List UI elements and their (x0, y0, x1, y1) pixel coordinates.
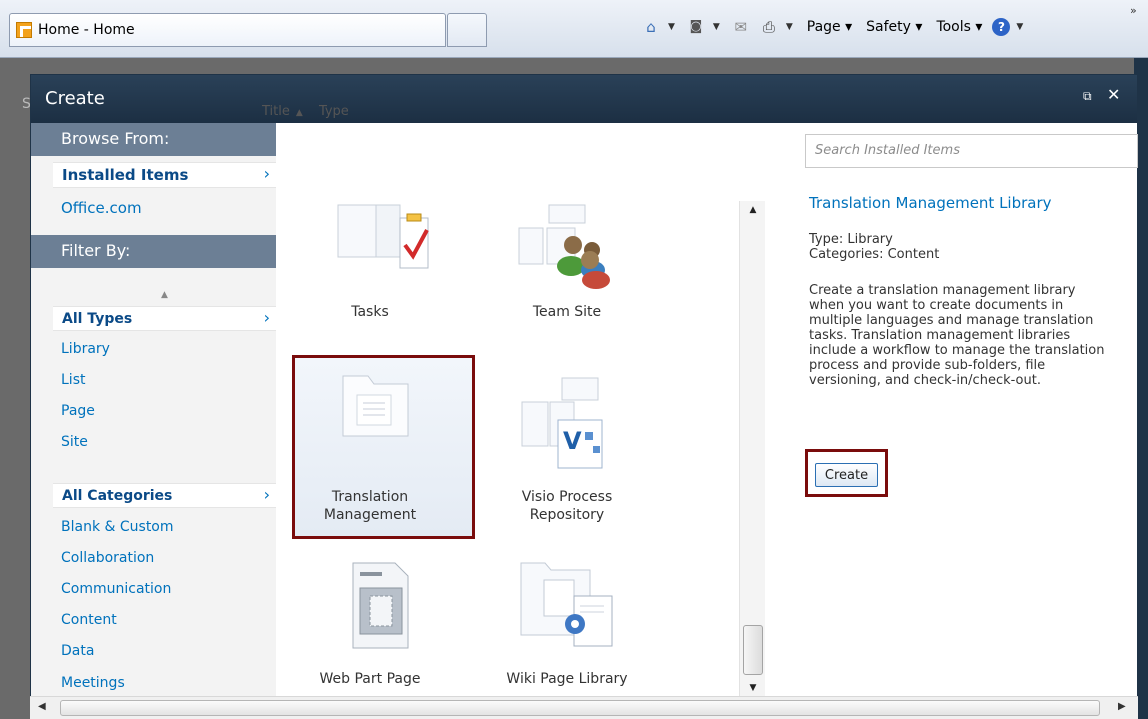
filter-meetings[interactable]: Meetings (61, 675, 125, 691)
tile-label-wiki-page-library[interactable]: Wiki Page Library (472, 670, 662, 688)
nav-item-installed-items[interactable]: Installed Items › (53, 162, 276, 188)
browser-tab-home[interactable]: Home - Home (9, 13, 446, 47)
help-dropdown-arrow-icon[interactable]: ▼ (1016, 22, 1023, 32)
print-icon[interactable]: ⎙ (758, 18, 780, 36)
filter-list[interactable]: List (61, 372, 85, 388)
tools-menu-label: Tools (936, 19, 971, 35)
filter-all-categories[interactable]: All Categories › (53, 483, 276, 508)
filter-label: All Types (62, 311, 133, 327)
home-dropdown-arrow-icon[interactable]: ▼ (668, 22, 675, 32)
sort-by-type[interactable]: Type (319, 104, 349, 119)
page-menu[interactable]: Page ▾ (803, 19, 856, 35)
tile-label-translation-management[interactable]: Translation Management (275, 488, 465, 524)
nav-item-label: Installed Items (62, 166, 189, 184)
command-bar: ⌂ ▼ ◙ ▼ ✉ ⎙ ▼ Page ▾ Safety ▾ Tools ▾ ? … (640, 15, 1027, 39)
filter-library[interactable]: Library (61, 341, 110, 357)
selected-item-description: Create a translation management library … (809, 283, 1105, 388)
browse-from-heading: Browse From: (31, 123, 276, 156)
horizontal-scrollbar[interactable]: ◀ ▶ (30, 696, 1138, 719)
filter-data[interactable]: Data (61, 643, 94, 659)
feeds-icon[interactable]: ◙ (685, 18, 707, 36)
nav-scroll-up-icon[interactable]: ▲ (53, 290, 276, 304)
sort-ascending-icon: ▲ (295, 108, 303, 118)
print-dropdown-arrow-icon[interactable]: ▼ (786, 22, 793, 32)
filter-by-heading: Filter By: (31, 235, 276, 268)
create-dialog: Create ⧉ ✕ Browse From: Installed Items … (30, 74, 1138, 719)
toolbar-overflow-icon[interactable]: » (1130, 4, 1137, 17)
read-mail-icon[interactable]: ✉ (730, 18, 752, 36)
left-navigation: Browse From: Installed Items › Office.co… (31, 123, 276, 719)
dialog-title-bar: Create ⧉ ✕ (31, 75, 1137, 123)
scroll-right-arrow-icon[interactable]: ▶ (1118, 701, 1126, 712)
create-button[interactable]: Create (815, 463, 878, 487)
safety-menu[interactable]: Safety ▾ (862, 19, 926, 35)
filter-content[interactable]: Content (61, 612, 117, 628)
home-icon[interactable]: ⌂ (640, 18, 662, 36)
horizontal-scrollbar-thumb[interactable] (60, 700, 1100, 716)
close-icon[interactable]: ✕ (1107, 85, 1120, 104)
chevron-right-icon: › (263, 485, 270, 504)
filter-site[interactable]: Site (61, 434, 88, 450)
sharepoint-favicon-icon (16, 22, 32, 38)
tile-label-team-site[interactable]: Team Site (472, 303, 662, 321)
item-type: Type: Library (809, 232, 893, 247)
sort-bar: Title ▲ Type (262, 104, 355, 119)
tile-label-tasks[interactable]: Tasks (275, 303, 465, 321)
scroll-down-arrow-icon[interactable]: ▼ (740, 679, 766, 697)
nav-item-office-com[interactable]: Office.com (61, 199, 142, 217)
selected-item-title: Translation Management Library (809, 194, 1052, 212)
scroll-up-arrow-icon[interactable]: ▲ (740, 201, 766, 219)
scroll-left-arrow-icon[interactable]: ◀ (38, 701, 46, 712)
filter-all-types[interactable]: All Types › (53, 306, 276, 331)
tools-menu[interactable]: Tools ▾ (932, 19, 986, 35)
restore-window-icon[interactable]: ⧉ (1083, 89, 1092, 104)
filter-collaboration[interactable]: Collaboration (61, 550, 154, 566)
feeds-dropdown-arrow-icon[interactable]: ▼ (713, 22, 720, 32)
selected-item-meta: Type: Library Categories: Content (809, 232, 939, 262)
item-categories: Categories: Content (809, 247, 940, 262)
chevron-right-icon: › (263, 308, 270, 327)
new-tab-button[interactable] (447, 13, 487, 47)
safety-menu-label: Safety (866, 19, 911, 35)
page-menu-label: Page (806, 19, 841, 35)
tile-label-web-part-page[interactable]: Web Part Page (275, 670, 465, 688)
tile-label-visio-process-repository[interactable]: Visio Process Repository (472, 488, 662, 524)
scrollbar-thumb[interactable] (743, 625, 763, 675)
dialog-title: Create (45, 88, 105, 109)
browser-tab-title: Home - Home (38, 22, 135, 38)
filter-communication[interactable]: Communication (61, 581, 171, 597)
create-button-highlight: Create (805, 449, 888, 497)
chevron-right-icon: › (263, 164, 270, 183)
gallery-vertical-scrollbar[interactable]: ▲ ▼ (739, 201, 765, 697)
browser-toolbar: Home - Home ⌂ ▼ ◙ ▼ ✉ ⎙ ▼ Page ▾ Safety … (0, 0, 1148, 58)
search-installed-items-input[interactable]: Search Installed Items (805, 134, 1138, 168)
filter-blank-custom[interactable]: Blank & Custom (61, 519, 174, 535)
sort-by-title[interactable]: Title (262, 104, 290, 119)
filter-page[interactable]: Page (61, 403, 95, 419)
filter-label: All Categories (62, 488, 173, 504)
help-icon[interactable]: ? (992, 18, 1011, 36)
